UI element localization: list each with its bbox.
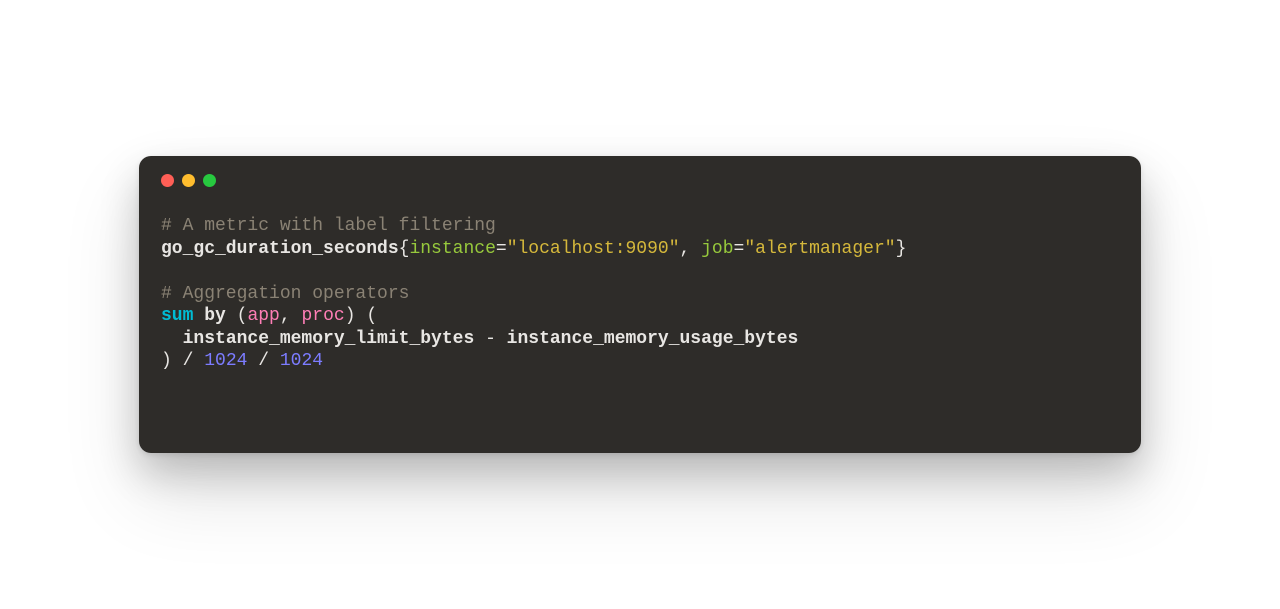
code-window: # A metric with label filtering go_gc_du…	[139, 156, 1141, 453]
code-space	[193, 306, 204, 326]
code-punc: )	[161, 351, 172, 371]
code-ident: app	[247, 306, 279, 326]
code-indent	[161, 329, 183, 349]
code-string: "localhost:9090"	[507, 239, 680, 259]
window-controls	[161, 174, 1119, 187]
code-metric: go_gc_duration_seconds	[161, 239, 399, 259]
code-metric: instance_memory_usage_bytes	[507, 329, 799, 349]
code-punc: (	[237, 306, 248, 326]
code-keyword: sum	[161, 306, 193, 326]
code-space	[226, 306, 237, 326]
code-punc: ,	[680, 239, 702, 259]
code-block: # A metric with label filtering go_gc_du…	[161, 215, 1119, 373]
code-label: job	[701, 239, 733, 259]
code-comment: # A metric with label filtering	[161, 216, 496, 236]
code-label: instance	[409, 239, 495, 259]
code-punc: )	[345, 306, 356, 326]
minimize-icon[interactable]	[182, 174, 195, 187]
code-string: "alertmanager"	[744, 239, 895, 259]
code-number: 1024	[280, 351, 323, 371]
code-keyword: by	[204, 306, 226, 326]
code-comment: # Aggregation operators	[161, 284, 409, 304]
code-punc: ,	[280, 306, 302, 326]
code-number: 1024	[204, 351, 247, 371]
code-eq: =	[734, 239, 745, 259]
stage: # A metric with label filtering go_gc_du…	[0, 0, 1280, 609]
code-eq: =	[496, 239, 507, 259]
code-op: /	[247, 351, 279, 371]
code-op: -	[474, 329, 506, 349]
code-punc: {	[399, 239, 410, 259]
code-punc: (	[366, 306, 377, 326]
code-punc: }	[896, 239, 907, 259]
maximize-icon[interactable]	[203, 174, 216, 187]
close-icon[interactable]	[161, 174, 174, 187]
code-op: /	[172, 351, 204, 371]
code-ident: proc	[301, 306, 344, 326]
code-metric: instance_memory_limit_bytes	[183, 329, 475, 349]
code-space	[356, 306, 367, 326]
